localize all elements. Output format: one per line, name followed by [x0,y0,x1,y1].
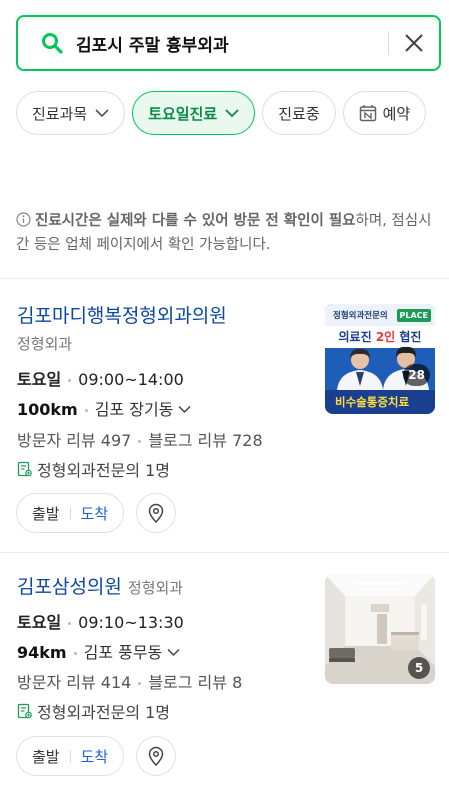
doctor-badge-icon [17,461,32,477]
filter-chip-open-now[interactable]: 진료중 [262,91,336,135]
arrive-button[interactable]: 도착 [81,746,109,767]
visitor-reviews[interactable]: 방문자 리뷰 497 [17,431,131,450]
visitor-reviews[interactable]: 방문자 리뷰 414 [17,673,131,692]
photo-count: 5 [408,657,430,679]
search-bar[interactable] [16,15,441,71]
hours-time: 09:00~14:00 [78,370,184,389]
ad-top-bar: 정형외과전문의 PLACE [325,304,435,326]
doctor-photo [337,348,383,390]
chevron-down-icon [95,109,109,118]
place-name[interactable]: 김포마디행복정형외과의원 [17,305,227,327]
chip-label: 토요일진료 [148,104,218,123]
blog-reviews[interactable]: 블로그 리뷰 728 [148,431,262,450]
chevron-down-icon [225,109,239,118]
ad-headline-a: 의료진 [338,330,376,344]
doctor-badge-icon [17,703,32,719]
place-distance[interactable]: 100km 김포 장기동 [17,396,191,420]
specialist-text: 정형외과전문의 1명 [37,703,171,722]
route-divider [69,506,71,520]
distance-value: 100km [17,400,78,419]
distance-value: 94km [17,643,67,662]
specialist-info: 정형외과전문의 1명 [17,699,170,723]
route-buttons: 출발 도착 [16,493,125,533]
dot-separator [73,652,77,655]
specialist-text: 정형외과전문의 1명 [37,461,171,480]
start-button[interactable]: 출발 [32,503,60,524]
route-divider [69,749,71,763]
arrive-button[interactable]: 도착 [81,503,109,524]
ad-headline-b: 협진 [395,330,422,344]
hours-time: 09:10~13:30 [78,613,184,632]
close-icon[interactable] [403,32,425,54]
map-pin-icon [148,746,164,766]
hours-notice: 진료시간은 실제와 다를 수 있어 방문 전 확인이 필요하며, 점심시간 등은… [16,209,441,257]
filter-chip-reservation[interactable]: 예약 [342,91,427,135]
area-name: 김포 장기동 [94,400,174,419]
photo-count: 28 [403,364,430,386]
ad-headline-red: 2인 [375,330,396,344]
dot-separator [68,379,72,382]
divider [0,278,449,279]
divider [0,552,449,553]
place-name[interactable]: 김포삼성의원 [17,576,122,598]
place-name-link[interactable]: 김포마디행복정형외과의원 [17,301,227,328]
place-reviews: 방문자 리뷰 414 블로그 리뷰 8 [17,669,242,693]
hours-day: 토요일 [17,370,62,389]
ad-top-text: 정형외과전문의 [333,311,388,321]
save-place-button[interactable] [136,493,176,533]
area-name: 김포 풍무동 [83,643,163,662]
dot-separator [138,682,142,685]
chevron-down-icon [178,405,191,414]
dot-separator [138,440,142,443]
search-icon [42,33,63,54]
notice-bold: 진료시간은 실제와 다를 수 있어 방문 전 확인이 필요 [35,213,356,229]
place-category: 정형외과 [127,579,184,597]
chip-label: 진료과목 [32,104,88,123]
chip-label: 진료중 [278,104,320,123]
map-pin-icon [148,503,164,523]
filter-chip-department[interactable]: 진료과목 [16,91,126,135]
dot-separator [68,622,72,625]
info-icon [16,212,31,227]
specialist-info: 정형외과전문의 1명 [17,457,170,481]
place-photo[interactable]: 5 [325,574,435,684]
filter-chips: 진료과목 토요일진료 진료중 예약 [16,91,441,135]
place-hours: 토요일 09:00~14:00 [17,366,184,390]
search-divider [388,31,389,55]
ad-badge: PLACE [396,308,431,322]
save-place-button[interactable] [136,736,176,776]
blog-reviews[interactable]: 블로그 리뷰 8 [148,673,242,692]
start-button[interactable]: 출발 [32,746,60,767]
place-name-link[interactable]: 김포삼성의원 정형외과 [17,572,183,599]
calendar-icon [359,105,376,122]
place-distance[interactable]: 94km 김포 풍무동 [17,639,180,663]
dot-separator [84,409,88,412]
place-photo[interactable]: 정형외과전문의 PLACE 의료진 2인 협진 비수술통증치료 28 [325,304,435,414]
place-hours: 토요일 09:10~13:30 [17,609,184,633]
place-category: 정형외과 [17,335,73,353]
chevron-down-icon [167,648,180,657]
search-input[interactable] [76,33,374,53]
place-reviews: 방문자 리뷰 497 블로그 리뷰 728 [17,427,263,451]
ad-bottom-bar: 비수술통증치료 [325,390,435,414]
hours-day: 토요일 [17,613,62,632]
chip-label: 예약 [382,104,411,123]
filter-chip-saturday[interactable]: 토요일진료 [132,91,256,135]
route-buttons: 출발 도착 [16,736,125,776]
